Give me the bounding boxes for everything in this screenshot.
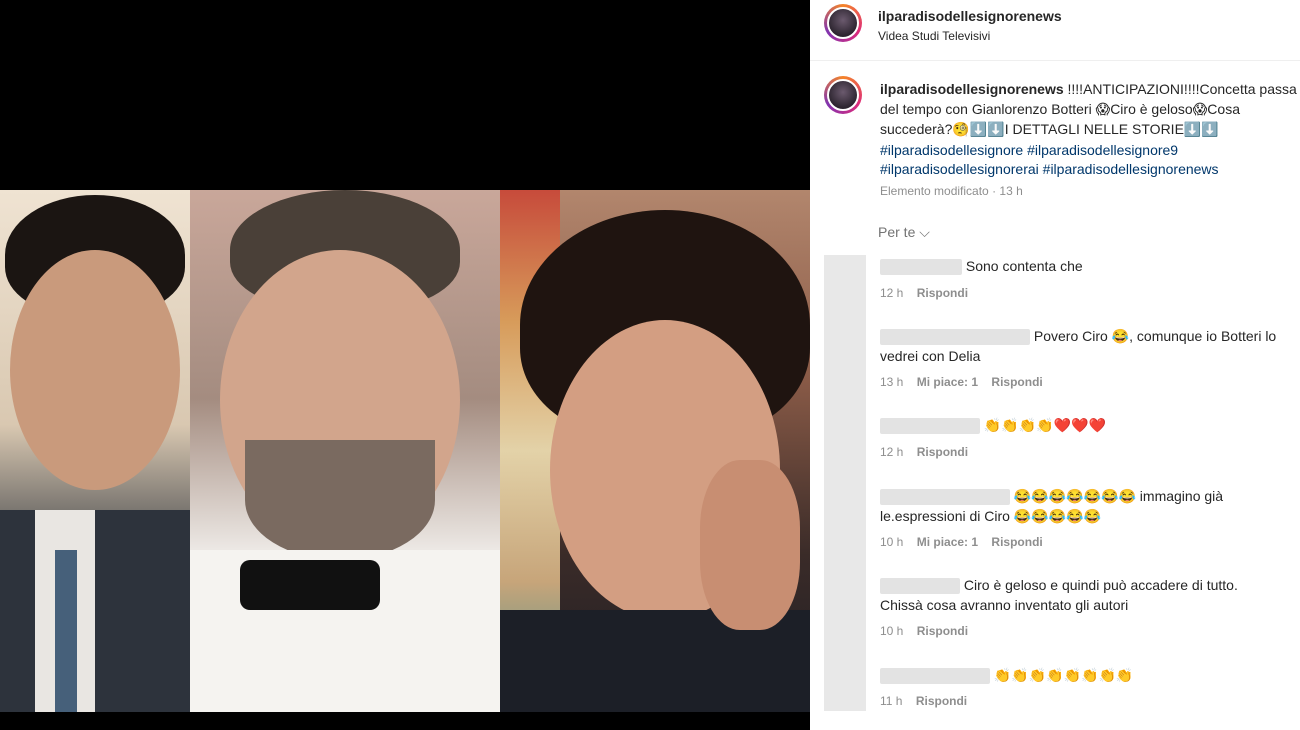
reply-button[interactable]: Rispondi bbox=[917, 445, 968, 459]
edited-label: Elemento modificato bbox=[880, 184, 989, 198]
reply-button[interactable]: Rispondi bbox=[917, 286, 968, 300]
post-photo bbox=[0, 190, 810, 712]
hashtags-line-2[interactable]: #ilparadisodellesignorerai #ilparadisode… bbox=[880, 161, 1219, 177]
likes-count[interactable]: Mi piace: 1 bbox=[917, 375, 978, 389]
caption-text-3: Ciro è geloso bbox=[1110, 100, 1193, 117]
reply-button[interactable]: Rispondi bbox=[917, 624, 968, 638]
comment-meta: 10 h Mi piace: 1 Rispondi bbox=[880, 535, 1043, 549]
comment-item: Ciro è geloso e quindi può accadere di t… bbox=[880, 576, 1300, 615]
comments-list[interactable]: Sono contenta che 12 h Rispondi Povero C… bbox=[824, 255, 1300, 715]
comment-meta: 12 h Rispondi bbox=[880, 286, 968, 300]
comment-text-2: le.espressioni di Ciro 😂😂😂😂😂 bbox=[880, 507, 1101, 524]
photo-panel-man-left bbox=[0, 190, 190, 712]
caption-text-2: del tempo con Gianlorenzo Botteri bbox=[880, 100, 1092, 117]
comment-text: 👏👏👏👏👏👏👏👏 bbox=[993, 668, 1134, 684]
comment-text-2: Chissà cosa avranno inventato gli autori bbox=[880, 596, 1129, 613]
shock-emoji-icon: 😱 bbox=[1192, 101, 1208, 118]
reply-button[interactable]: Rispondi bbox=[991, 375, 1042, 389]
comment-item: 😂😂😂😂😂😂😂 immagino già le.espressioni di C… bbox=[880, 487, 1300, 526]
blurred-username[interactable] bbox=[880, 489, 1010, 506]
comment-time[interactable]: 10 h bbox=[880, 535, 903, 549]
filter-label: Per te bbox=[878, 224, 916, 240]
caption-text-4: Cosa bbox=[1207, 100, 1240, 117]
likes-count[interactable]: Mi piace: 1 bbox=[917, 535, 978, 549]
blurred-username[interactable] bbox=[880, 418, 980, 435]
caption-time[interactable]: 13 h bbox=[999, 184, 1022, 198]
comment-time[interactable]: 13 h bbox=[880, 375, 903, 389]
comment-time[interactable]: 12 h bbox=[880, 286, 903, 300]
comment-meta: 11 h Rispondi bbox=[880, 694, 967, 708]
post-caption: ilparadisodellesignorenews !!!!ANTICIPAZ… bbox=[880, 80, 1300, 180]
header-username[interactable]: ilparadisodellesignorenews bbox=[878, 8, 1062, 24]
comment-meta: 12 h Rispondi bbox=[880, 445, 968, 459]
hashtags-line-1[interactable]: #ilparadisodellesignore #ilparadisodelle… bbox=[880, 142, 1178, 158]
caption-meta: Elemento modificato · 13 h bbox=[880, 184, 1023, 198]
photo-panel-man-center bbox=[190, 190, 500, 712]
caption-username[interactable]: ilparadisodellesignorenews bbox=[880, 81, 1064, 97]
down-arrow-icon: ⬇️⬇️ bbox=[969, 122, 1005, 138]
thinking-emoji-icon: 🧐 bbox=[952, 122, 970, 138]
photo-panel-woman-right bbox=[500, 190, 810, 712]
post-sidebar: ilparadisodellesignorenews Videa Studi T… bbox=[810, 0, 1300, 730]
comment-filter-dropdown[interactable]: Per te ⌵ bbox=[878, 224, 930, 241]
comment-item: Povero Ciro 😂, comunque io Botteri lo ve… bbox=[880, 327, 1300, 366]
post-header: ilparadisodellesignorenews Videa Studi T… bbox=[810, 0, 1300, 61]
comment-time[interactable]: 11 h bbox=[880, 694, 902, 708]
comment-text: Povero Ciro 😂, comunque io Botteri lo bbox=[1033, 328, 1277, 344]
blurred-username[interactable] bbox=[880, 259, 962, 276]
header-location[interactable]: Videa Studi Televisivi bbox=[878, 29, 990, 43]
profile-avatar[interactable] bbox=[824, 4, 862, 42]
caption-text-6: I DETTAGLI NELLE STORIE bbox=[1004, 121, 1184, 137]
blurred-avatars bbox=[824, 255, 866, 711]
comment-text: Sono contenta che bbox=[965, 258, 1083, 274]
comment-time[interactable]: 10 h bbox=[880, 624, 903, 638]
comment-meta: 13 h Mi piace: 1 Rispondi bbox=[880, 375, 1043, 389]
shock-emoji-icon: 😱 bbox=[1095, 101, 1111, 118]
comment-item: 👏👏👏👏❤️❤️❤️ bbox=[880, 416, 1300, 437]
comment-text: 👏👏👏👏❤️❤️❤️ bbox=[983, 418, 1106, 434]
caption-text-1: !!!!ANTICIPAZIONI!!!!Concetta passa bbox=[1067, 81, 1297, 97]
comment-meta: 10 h Rispondi bbox=[880, 624, 968, 638]
chevron-down-icon: ⌵ bbox=[919, 224, 930, 240]
post-media[interactable] bbox=[0, 0, 810, 730]
reply-button[interactable]: Rispondi bbox=[991, 535, 1042, 549]
comment-text: 😂😂😂😂😂😂😂 immagino già bbox=[1013, 488, 1224, 504]
comment-text: Ciro è geloso e quindi può accadere di t… bbox=[963, 577, 1238, 593]
caption-text-5: succederà? bbox=[880, 121, 953, 137]
comment-time[interactable]: 12 h bbox=[880, 445, 903, 459]
blurred-username[interactable] bbox=[880, 329, 1030, 346]
reply-button[interactable]: Rispondi bbox=[916, 694, 967, 708]
down-arrow-icon: ⬇️⬇️ bbox=[1183, 122, 1219, 138]
blurred-username[interactable] bbox=[880, 578, 960, 595]
comment-item: 👏👏👏👏👏👏👏👏 bbox=[880, 666, 1300, 687]
caption-avatar[interactable] bbox=[824, 76, 862, 114]
comment-item: Sono contenta che bbox=[880, 257, 1300, 277]
comment-text-2: vedrei con Delia bbox=[880, 347, 981, 364]
blurred-username[interactable] bbox=[880, 668, 990, 685]
